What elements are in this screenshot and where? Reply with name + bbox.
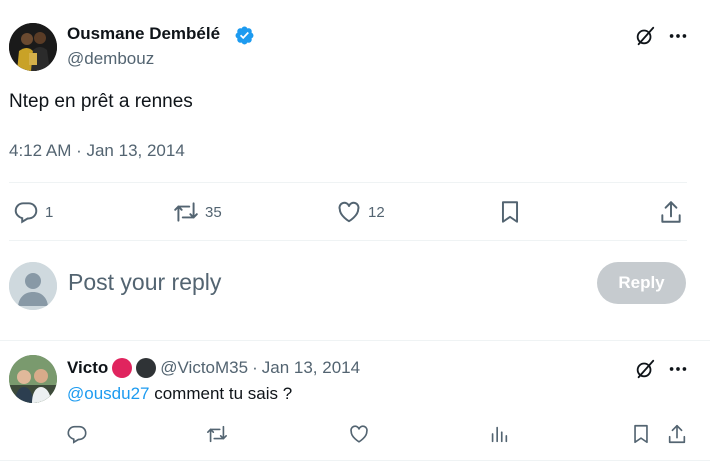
grok-icon[interactable]: [634, 358, 656, 380]
retweet-button[interactable]: 35: [173, 199, 222, 225]
red-circle-emoji-icon: [112, 358, 133, 378]
reply-author-handle[interactable]: @VictoM35: [160, 358, 248, 378]
bookmark-icon[interactable]: [630, 423, 652, 445]
grok-icon[interactable]: [634, 25, 656, 47]
reply-input[interactable]: Post your reply: [68, 269, 221, 296]
separator: ·: [252, 358, 258, 377]
divider: [0, 340, 710, 341]
more-icon[interactable]: [667, 25, 689, 47]
mention-link[interactable]: @ousdu27: [67, 384, 150, 403]
divider: [9, 240, 687, 241]
reply-text-body: comment tu sais ?: [149, 384, 293, 403]
tweet-timestamp[interactable]: 4:12 AM · Jan 13, 2014: [9, 141, 185, 161]
tweet-text: Ntep en prêt a rennes: [9, 91, 193, 112]
author-display-name[interactable]: Ousmane Dembélé: [67, 24, 220, 44]
like-count: 12: [368, 203, 385, 221]
reply-icon: [13, 199, 39, 225]
author-handle[interactable]: @dembouz: [67, 49, 154, 69]
like-icon[interactable]: [348, 423, 370, 445]
reply-submit-button[interactable]: Reply: [597, 262, 686, 304]
share-icon[interactable]: [666, 423, 688, 445]
reply-author-avatar[interactable]: [9, 355, 57, 403]
bookmark-button[interactable]: [497, 199, 523, 225]
reply-date[interactable]: Jan 13, 2014: [262, 358, 360, 378]
retweet-icon[interactable]: [206, 423, 228, 445]
black-circle-emoji-icon: [136, 358, 157, 378]
reply-author-name[interactable]: Victo: [67, 358, 108, 378]
like-button[interactable]: 12: [336, 199, 385, 225]
more-icon[interactable]: [667, 358, 689, 380]
share-button[interactable]: [658, 199, 684, 225]
current-user-avatar[interactable]: [9, 262, 57, 310]
retweet-count: 35: [205, 203, 222, 221]
reply-icon[interactable]: [66, 423, 88, 445]
reply-author-line: Victo @VictoM35 · Jan 13, 2014: [67, 358, 360, 378]
views-icon[interactable]: [488, 423, 510, 445]
author-avatar[interactable]: [9, 23, 57, 71]
like-icon: [336, 199, 362, 225]
retweet-icon: [173, 199, 199, 225]
verified-badge-icon[interactable]: [234, 25, 255, 46]
bookmark-icon: [497, 199, 523, 225]
reply-text: @ousdu27 comment tu sais ?: [67, 384, 292, 404]
divider: [9, 182, 687, 183]
share-icon: [658, 199, 684, 225]
reply-count: 1: [45, 203, 54, 221]
reply-button[interactable]: 1: [13, 199, 53, 225]
divider: [0, 460, 710, 461]
